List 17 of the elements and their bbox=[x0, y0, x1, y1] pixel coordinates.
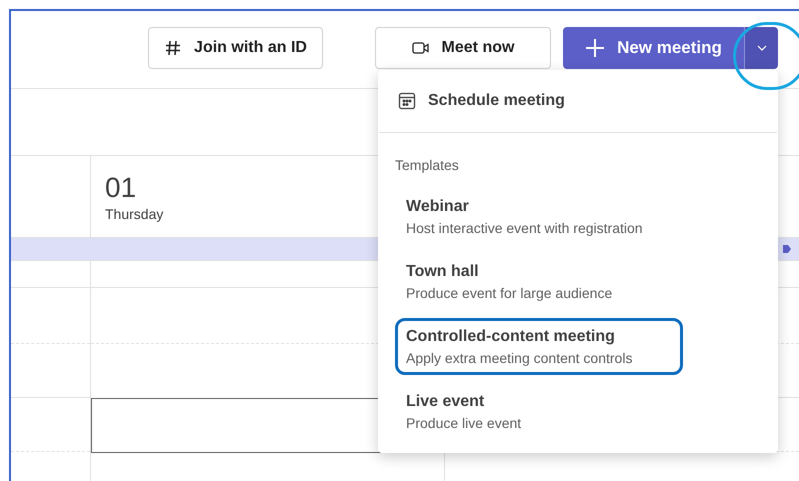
schedule-meeting-item[interactable]: Schedule meeting bbox=[379, 70, 777, 133]
template-item[interactable]: Webinar Host interactive event with registration bbox=[395, 188, 683, 245]
hash-icon bbox=[164, 38, 182, 56]
template-item[interactable]: Controlled-content meeting Apply extra meeting content controls bbox=[395, 318, 683, 375]
new-meeting-button[interactable]: New meeting bbox=[563, 26, 745, 68]
video-camera-icon bbox=[412, 40, 430, 54]
template-item[interactable]: Live event Produce live event bbox=[395, 383, 683, 440]
join-button[interactable]: Join with an ID bbox=[148, 26, 323, 68]
template-item[interactable]: Town hall Produce event for large audience bbox=[395, 253, 683, 310]
plus-icon bbox=[585, 38, 606, 58]
event-icon bbox=[781, 243, 793, 255]
day-number: 01 bbox=[105, 172, 138, 204]
section-heading: Templates bbox=[395, 156, 460, 175]
dropdown-button[interactable] bbox=[745, 26, 778, 68]
calendar-icon bbox=[398, 92, 416, 110]
meet-now-button[interactable]: Meet now bbox=[375, 26, 551, 68]
chevron-down-icon bbox=[756, 44, 766, 50]
